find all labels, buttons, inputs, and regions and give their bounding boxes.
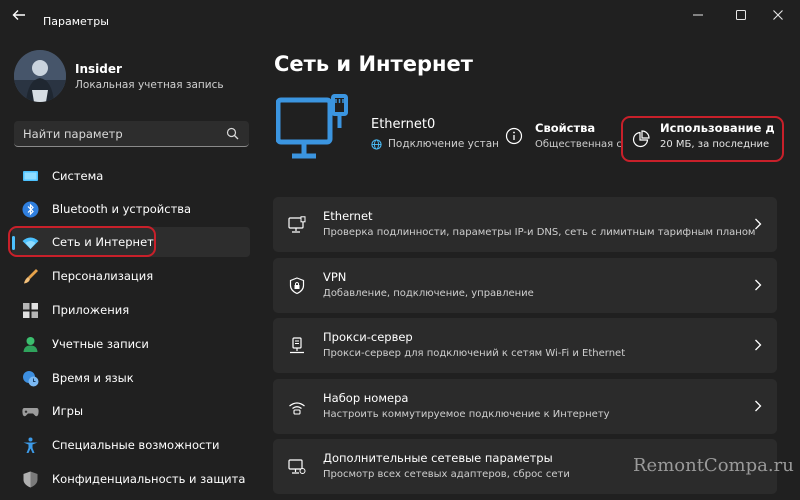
- card-subtitle: Настроить коммутируемое подключение к Ин…: [323, 409, 610, 420]
- app-title: Параметры: [43, 15, 109, 28]
- card-title: Дополнительные сетевые параметры: [323, 451, 553, 465]
- card-subtitle: Просмотр всех сетевых адаптеров, сброс с…: [323, 469, 570, 480]
- advanced-network-icon: [288, 459, 306, 474]
- back-button[interactable]: [12, 8, 30, 24]
- maximize-icon: [736, 10, 746, 20]
- back-arrow-icon: [12, 10, 25, 20]
- proxy-server-icon: [290, 337, 304, 354]
- card-title: Набор номера: [323, 391, 409, 405]
- maximize-button[interactable]: [726, 6, 756, 24]
- chevron-right-icon: [755, 400, 762, 412]
- sidebar-item-label: Персонализация: [52, 269, 154, 283]
- monitor-ethernet-icon: [276, 94, 348, 159]
- gamepad-icon: [22, 408, 39, 417]
- chevron-right-icon: [755, 339, 762, 351]
- sidebar-item-label: Конфиденциальность и защита: [52, 472, 246, 486]
- minimize-button[interactable]: [683, 6, 713, 24]
- sidebar-item-personalization[interactable]: Персонализация: [12, 261, 250, 291]
- sidebar-item-label: Специальные возможности: [52, 438, 220, 452]
- bluetooth-icon: [22, 201, 39, 218]
- card-proxy[interactable]: Прокси-сервер Прокси-сервер для подключе…: [273, 318, 777, 373]
- sidebar-item-system[interactable]: Система: [12, 161, 250, 191]
- shield-icon: [23, 471, 38, 488]
- chevron-right-icon: [755, 218, 762, 230]
- search-box[interactable]: [14, 121, 249, 147]
- card-title: Прокси-сервер: [323, 330, 413, 344]
- highlight-network-nav: [8, 226, 156, 257]
- brush-icon: [24, 269, 38, 284]
- user-name: Insider: [75, 62, 122, 76]
- accounts-icon: [23, 337, 38, 352]
- system-icon: [23, 171, 38, 181]
- sidebar-item-gaming[interactable]: Игры: [12, 396, 250, 426]
- sidebar-item-label: Учетные записи: [52, 337, 149, 351]
- sidebar-item-label: Время и язык: [52, 371, 134, 385]
- highlight-data-usage: [621, 116, 784, 162]
- clock-globe-icon: [23, 371, 39, 387]
- sidebar-item-label: Bluetooth и устройства: [52, 202, 192, 216]
- user-avatar-image: [14, 50, 66, 102]
- dialup-icon: [289, 402, 305, 415]
- card-subtitle: Проверка подлинности, параметры IP-и DNS…: [323, 227, 756, 238]
- title-bar: Параметры: [0, 0, 800, 32]
- page-title: Сеть и Интернет: [274, 52, 473, 76]
- close-icon: [773, 10, 783, 20]
- info-icon: [505, 127, 523, 145]
- avatar[interactable]: [14, 50, 66, 102]
- sidebar-item-accounts[interactable]: Учетные записи: [12, 329, 250, 359]
- card-title: VPN: [323, 270, 347, 284]
- card-ethernet[interactable]: Ethernet Проверка подлинности, параметры…: [273, 197, 777, 252]
- properties-subtitle: Общественная сет: [535, 139, 623, 150]
- sidebar-item-accessibility[interactable]: Специальные возможности: [12, 430, 250, 460]
- sidebar-item-bluetooth[interactable]: Bluetooth и устройства: [12, 194, 250, 224]
- close-button[interactable]: [763, 6, 793, 24]
- card-dialup[interactable]: Набор номера Настроить коммутируемое под…: [273, 379, 777, 434]
- vpn-shield-icon: [289, 277, 305, 295]
- sidebar-item-label: Игры: [52, 404, 84, 418]
- account-type: Локальная учетная запись: [75, 79, 224, 91]
- accessibility-icon: [23, 437, 38, 453]
- search-icon[interactable]: [226, 127, 239, 140]
- sidebar-item-privacy[interactable]: Конфиденциальность и защита: [12, 464, 250, 494]
- sidebar-item-apps[interactable]: Приложения: [12, 295, 250, 325]
- chevron-right-icon: [755, 279, 762, 291]
- globe-icon: [371, 139, 382, 150]
- search-input[interactable]: [23, 126, 223, 142]
- card-vpn[interactable]: VPN Добавление, подключение, управление: [273, 258, 777, 313]
- properties-title: Свойства: [535, 121, 596, 135]
- watermark: RemontCompa.ru: [633, 455, 794, 476]
- sidebar-item-time-language[interactable]: Время и язык: [12, 363, 250, 393]
- card-subtitle: Прокси-сервер для подключений к сетям Wi…: [323, 348, 626, 359]
- apps-icon: [23, 303, 38, 318]
- card-title: Ethernet: [323, 209, 373, 223]
- ethernet-icon: [288, 216, 306, 233]
- sidebar-item-label: Приложения: [52, 303, 130, 317]
- minimize-icon: [693, 14, 703, 16]
- connection-status: Подключение устанс: [388, 138, 498, 150]
- device-name: Ethernet0: [371, 117, 436, 132]
- card-subtitle: Добавление, подключение, управление: [323, 288, 534, 299]
- sidebar-item-label: Система: [52, 169, 104, 183]
